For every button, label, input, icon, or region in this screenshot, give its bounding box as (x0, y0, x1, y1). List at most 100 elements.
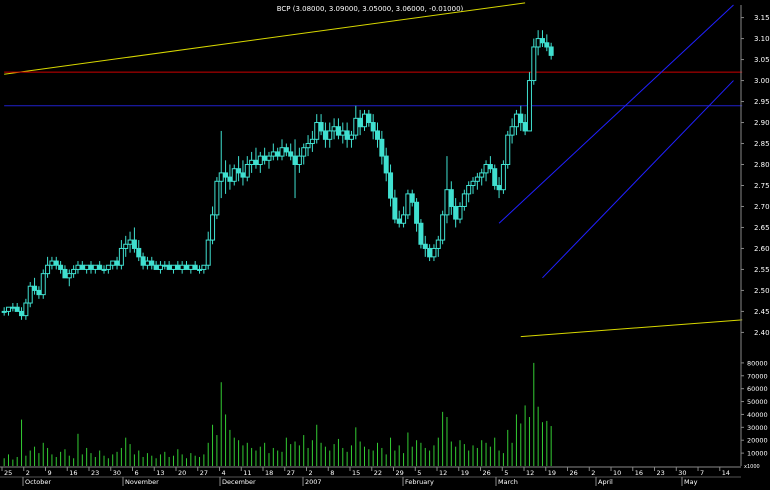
candle-body (266, 155, 272, 161)
candle-body (92, 264, 98, 270)
candle-body (496, 184, 502, 191)
candle-body (479, 172, 485, 178)
price-tick-label: 3.05 (754, 56, 770, 64)
candle-body (505, 134, 511, 166)
candle-body (114, 260, 120, 266)
chart-svg: BCP (3.08000, 3.09000, 3.05000, 3.06000,… (0, 0, 770, 486)
candle-body (375, 130, 381, 140)
candle-body (262, 155, 268, 161)
day-label: 26 (483, 469, 491, 477)
candle-body (322, 130, 328, 140)
volume-tick-label: 60000 (747, 385, 768, 393)
candle-body (392, 197, 398, 220)
candle-body (214, 180, 220, 216)
candle-body (314, 122, 320, 140)
day-label: 23 (91, 469, 99, 477)
candle-body (184, 264, 189, 270)
day-label: 16 (635, 469, 643, 477)
candle-body (301, 147, 307, 157)
volume-tick-label: 30000 (747, 424, 768, 432)
candle (27, 282, 33, 308)
candle-body (188, 264, 194, 270)
candle-body (149, 260, 155, 266)
day-label: 19 (461, 469, 469, 477)
month-label: February (405, 478, 434, 486)
candle-body (296, 155, 302, 166)
candle-body (166, 264, 172, 270)
candle-body (401, 214, 407, 224)
day-label: 4 (222, 469, 226, 477)
candle (418, 219, 424, 249)
candle-body (223, 172, 229, 178)
candle-body (526, 80, 532, 132)
day-label: 2 (26, 469, 30, 477)
day-label: 5 (417, 469, 421, 477)
candle (526, 72, 532, 132)
day-label: 10 (613, 469, 621, 477)
candle-body (305, 143, 311, 149)
price-tick-label: 2.40 (754, 329, 770, 337)
candle-body (531, 46, 537, 82)
candle-body (6, 306, 12, 312)
volume-tick-label: 40000 (747, 411, 768, 419)
chart-title: BCP (3.08000, 3.09000, 3.05000, 3.06000,… (277, 5, 464, 13)
candle-body (283, 147, 289, 153)
day-label: 29 (396, 469, 404, 477)
candle-body (288, 151, 294, 157)
day-label: 7 (700, 469, 704, 477)
candle-body (448, 189, 454, 207)
day-label: 22 (374, 469, 382, 477)
candle (40, 269, 46, 299)
price-tick-label: 3.15 (754, 14, 770, 22)
month-label: March (498, 478, 518, 486)
candle-body (118, 247, 124, 266)
candle-body (444, 189, 450, 216)
candle-body (340, 130, 346, 136)
candle-body (461, 193, 467, 207)
candle-body (370, 122, 376, 132)
candle-body (361, 113, 367, 128)
day-label: 16 (69, 469, 77, 477)
candle-body (353, 117, 359, 136)
price-tick-label: 3.00 (754, 77, 770, 85)
candle-body (244, 164, 250, 178)
candle-body (19, 310, 25, 317)
candle-body (257, 155, 263, 166)
candle-body (539, 38, 545, 44)
candle-body (157, 264, 163, 270)
candle-body (36, 289, 42, 296)
candle (405, 189, 411, 220)
day-label: 25 (4, 469, 12, 477)
price-tick-label: 2.65 (754, 224, 770, 232)
candle-body (357, 117, 363, 128)
price-tick-label: 2.75 (754, 182, 770, 190)
candle-body (231, 168, 237, 182)
month-label: May (684, 478, 698, 486)
candle-body (236, 168, 242, 174)
candle-body (379, 138, 385, 157)
candle-body (127, 239, 133, 245)
day-label: 13 (156, 469, 164, 477)
candle-body (548, 46, 554, 56)
candle-body (431, 247, 437, 258)
candle-body (414, 201, 420, 224)
day-label: 30 (678, 469, 686, 477)
candle-body (396, 218, 402, 224)
day-label: 2 (309, 469, 313, 477)
candle-body (136, 247, 142, 258)
candle-body (275, 151, 281, 157)
candle-body (71, 268, 77, 275)
month-label: December (222, 478, 256, 486)
day-label: 27 (200, 469, 208, 477)
candle (214, 177, 220, 220)
candle-body (335, 126, 341, 136)
candle-body (40, 273, 46, 296)
candle-body (518, 113, 524, 124)
candle-body (483, 164, 489, 174)
volume-tick-label: 10000 (747, 450, 768, 458)
day-label: 8 (330, 469, 334, 477)
candle-body (470, 180, 476, 186)
day-label: 9 (48, 469, 52, 477)
month-label: 2007 (305, 478, 322, 486)
candle-body (123, 243, 129, 249)
